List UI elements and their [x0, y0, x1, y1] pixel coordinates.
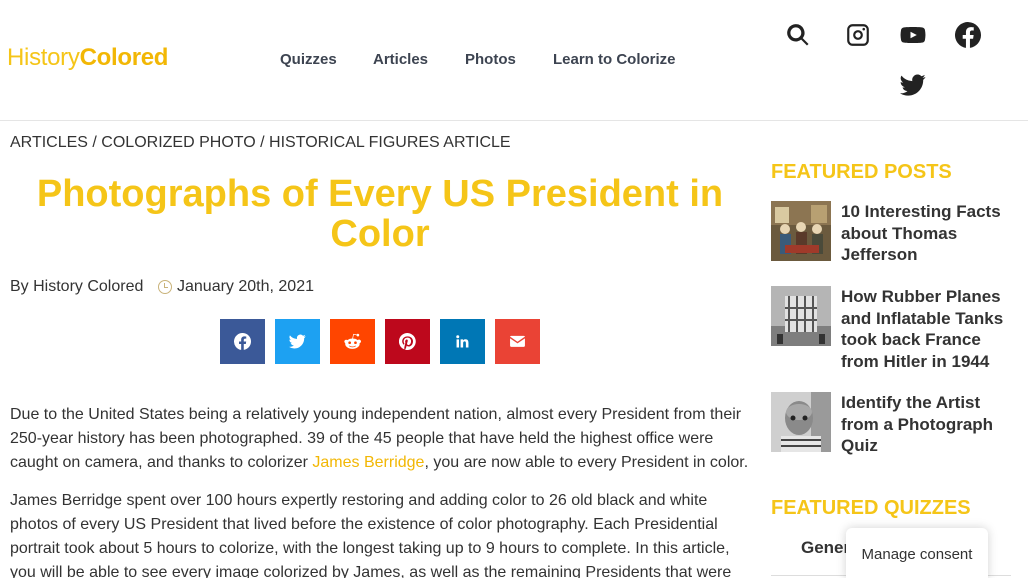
featured-post[interactable]: How Rubber Planes and Inflatable Tanks t…	[771, 286, 1011, 372]
nav-quizzes[interactable]: Quizzes	[280, 51, 337, 68]
nav-learn-to-colorize[interactable]: Learn to Colorize	[553, 51, 676, 68]
breadcrumb-historical-figures-article[interactable]: HISTORICAL FIGURES ARTICLE	[269, 134, 511, 151]
article-author[interactable]: By History Colored	[10, 278, 143, 296]
article-title: Photographs of Every US President in Col…	[36, 173, 724, 255]
featured-post[interactable]: 10 Interesting Facts about Thomas Jeffer…	[771, 201, 1011, 265]
share-email-button[interactable]	[495, 319, 540, 364]
post-title[interactable]: Identify the Artist from a Photograph Qu…	[841, 392, 1011, 457]
breadcrumb-articles[interactable]: ARTICLES	[10, 134, 88, 151]
breadcrumb-separator: /	[87, 134, 102, 151]
share-twitter-button[interactable]	[275, 319, 320, 364]
facebook-icon	[234, 333, 251, 350]
pinterest-icon	[399, 333, 416, 350]
paragraph-text: , you are now able to every President in…	[424, 454, 749, 471]
featured-post[interactable]: Identify the Artist from a Photograph Qu…	[771, 392, 1011, 456]
logo-part-colored: Colored	[79, 44, 169, 71]
facebook-icon[interactable]	[955, 22, 981, 48]
manage-consent-button[interactable]: Manage consent	[846, 528, 988, 578]
logo-part-history: History	[7, 44, 80, 71]
post-title[interactable]: How Rubber Planes and Inflatable Tanks t…	[841, 286, 1011, 372]
nav-articles[interactable]: Articles	[373, 51, 428, 68]
nav-photos[interactable]: Photos	[465, 51, 516, 68]
search-icon[interactable]	[785, 22, 811, 48]
post-thumbnail[interactable]	[771, 201, 831, 261]
breadcrumb: ARTICLES / COLORIZED PHOTO / HISTORICAL …	[10, 134, 511, 152]
article-paragraph-2: James Berridge spent over 100 hours expe…	[10, 492, 732, 578]
article-date: January 20th, 2021	[177, 278, 314, 295]
twitter-icon	[289, 334, 306, 349]
twitter-icon[interactable]	[900, 72, 926, 98]
share-reddit-button[interactable]	[330, 319, 375, 364]
featured-quizzes-heading: FEATURED QUIZZES	[771, 497, 971, 519]
featured-posts-heading: FEATURED POSTS	[771, 161, 952, 183]
clock-icon	[158, 280, 172, 294]
reddit-icon	[344, 333, 361, 349]
share-facebook-button[interactable]	[220, 319, 265, 364]
share-pinterest-button[interactable]	[385, 319, 430, 364]
link-james-berridge[interactable]: James Berridge	[312, 454, 424, 471]
post-title[interactable]: 10 Interesting Facts about Thomas Jeffer…	[841, 201, 1011, 266]
article-paragraph-1: Due to the United States being a relativ…	[10, 403, 750, 475]
quiz-title[interactable]: Gener	[801, 538, 850, 558]
post-thumbnail[interactable]	[771, 392, 831, 452]
share-linkedin-button[interactable]	[440, 319, 485, 364]
youtube-icon[interactable]	[900, 22, 926, 48]
post-thumbnail[interactable]	[771, 286, 831, 346]
breadcrumb-colorized-photo[interactable]: COLORIZED PHOTO	[101, 134, 255, 151]
site-logo[interactable]: HistoryColored	[7, 44, 168, 72]
linkedin-icon	[456, 335, 469, 348]
breadcrumb-separator: /	[255, 134, 270, 151]
envelope-icon	[510, 335, 525, 347]
site-header: HistoryColored Quizzes Articles Photos L…	[0, 0, 1028, 121]
instagram-icon[interactable]	[845, 22, 871, 48]
